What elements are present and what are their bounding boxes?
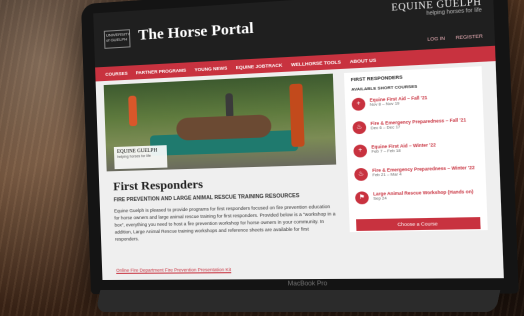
first-aid-icon: + xyxy=(351,97,366,111)
nav-about-us[interactable]: ABOUT US xyxy=(350,57,377,64)
fire-icon: ♨ xyxy=(354,167,369,182)
presentation-kit-link[interactable]: Online Fire Department Fire Prevention P… xyxy=(116,267,231,273)
nav-partner-programs[interactable]: PARTNER PROGRAMS xyxy=(136,67,187,75)
nav-wellhorse-tools[interactable]: WELLHORSE TOOLS xyxy=(291,59,341,67)
first-aid-icon: + xyxy=(353,144,368,158)
nav-equine-jobtrack[interactable]: EQUINE JOBTRACK xyxy=(236,62,283,70)
responder-figure xyxy=(128,95,138,127)
nav-young-news[interactable]: YOUNG NEWS xyxy=(194,65,227,72)
horse-mannequin xyxy=(175,114,272,141)
nav-courses[interactable]: COURSES xyxy=(105,70,128,76)
equine-guelph-logo[interactable]: EQUINE GUELPH helping horses for life xyxy=(391,0,482,19)
hero-image: EQUINE GUELPH helping horses for life xyxy=(103,73,337,172)
fire-icon: ♨ xyxy=(352,121,367,135)
page-title: First Responders xyxy=(112,176,204,194)
sidebar: FIRST RESPONDERS AVAILABLE SHORT COURSES… xyxy=(343,66,488,233)
course-item[interactable]: ♨ Fire & Emergency Preparedness – Winter… xyxy=(347,162,486,189)
course-item[interactable]: ⚑ Large Animal Rescue Workshop (Hands on… xyxy=(348,186,487,213)
site-title[interactable]: The Horse Portal xyxy=(138,20,254,44)
account-links: LOG IN REGISTER xyxy=(418,33,483,42)
responder-figure xyxy=(225,93,234,119)
browser-screen: UNIVERSITY of GUELPH The Horse Portal EQ… xyxy=(93,0,504,281)
university-logo[interactable]: UNIVERSITY of GUELPH xyxy=(103,29,131,49)
choose-course-button[interactable]: Choose a Course xyxy=(356,217,481,231)
laptop-keyboard-base xyxy=(95,290,501,312)
login-link[interactable]: LOG IN xyxy=(427,35,445,41)
intro-paragraph: Equine Guelph is pleased to provide prog… xyxy=(113,203,336,242)
register-link[interactable]: REGISTER xyxy=(456,33,483,40)
hero-badge-tagline: helping horses for life xyxy=(117,153,151,159)
page-content: EQUINE GUELPH helping horses for life Fi… xyxy=(95,61,504,281)
page-subtitle: FIRE PREVENTION AND LARGE ANIMAL RESCUE … xyxy=(113,192,300,204)
rescue-icon: ⚑ xyxy=(355,191,369,205)
responder-figure xyxy=(289,83,305,147)
laptop-brand-label: MacBook Pro xyxy=(287,281,328,288)
laptop-bezel: UNIVERSITY of GUELPH The Horse Portal EQ… xyxy=(80,0,519,295)
hero-logo-badge: EQUINE GUELPH helping horses for life xyxy=(113,145,168,170)
laptop: UNIVERSITY of GUELPH The Horse Portal EQ… xyxy=(80,0,519,316)
